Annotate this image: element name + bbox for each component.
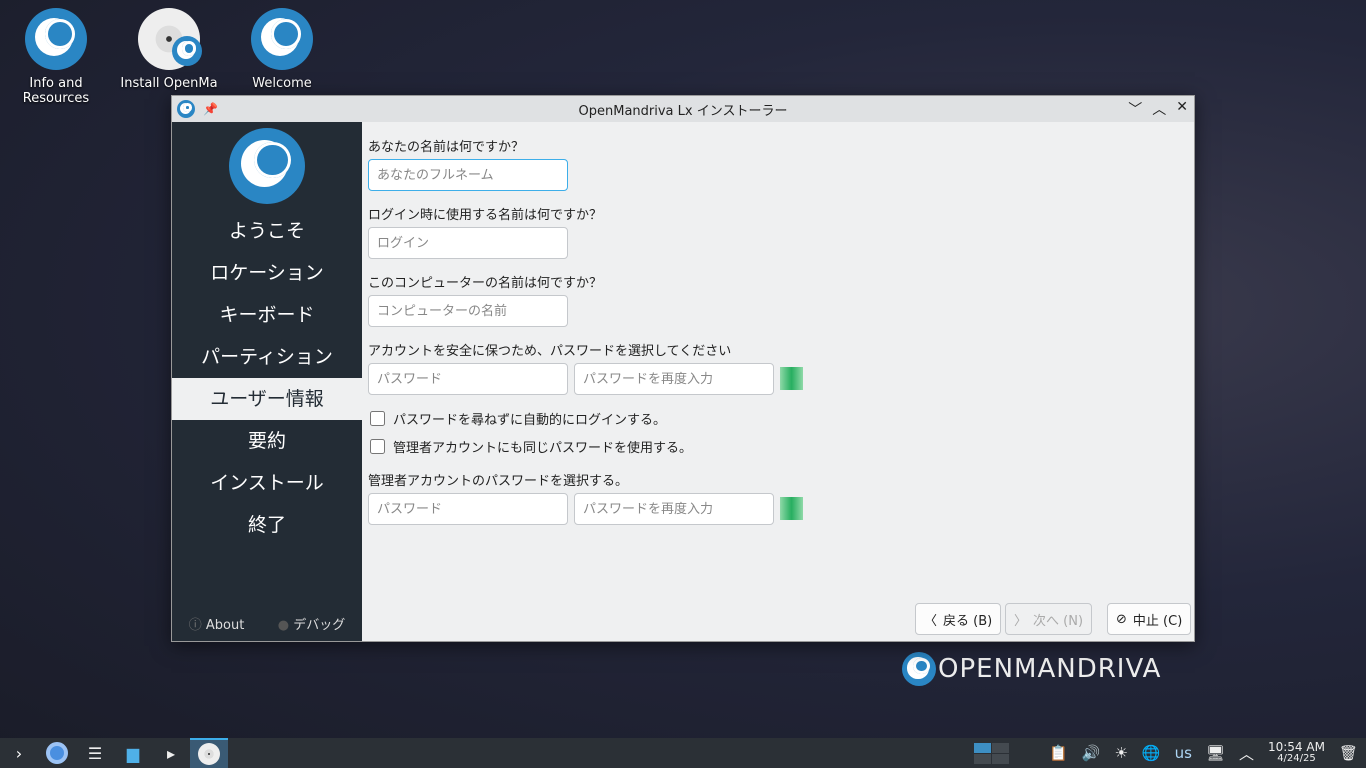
cancel-icon: ⊘ (1116, 611, 1127, 627)
step-welcome: ようこそ (228, 220, 305, 242)
desktop-icon-install[interactable]: Install OpenMa (119, 0, 219, 91)
login-input[interactable] (368, 227, 568, 259)
title-bar[interactable]: 📌 OpenMandriva Lx インストーラー ﹀ ︿ ✕ (172, 96, 1194, 122)
info-icon: ⓘ (188, 618, 202, 633)
display-icon[interactable]: 🖥 (1206, 744, 1225, 762)
step-finish: 終了 (247, 514, 286, 536)
step-summary: 要約 (247, 430, 286, 452)
back-button[interactable]: 〈戻る (B) (915, 603, 1002, 635)
icon-label: Welcome (252, 76, 312, 91)
settings-icon[interactable]: ☰ (76, 738, 114, 768)
maximize-button[interactable]: ︿ (1152, 99, 1166, 119)
file-manager-icon[interactable]: ▆ (114, 738, 152, 768)
debug-button[interactable]: ● デバッグ (278, 614, 346, 633)
openmandriva-icon (25, 8, 87, 70)
trash-icon[interactable]: 🗑 (1339, 744, 1358, 762)
desktop-icon-info[interactable]: Info and Resources (6, 0, 106, 106)
cancel-button[interactable]: ⊘ 中止 (C) (1107, 603, 1192, 635)
debug-label: デバッグ (293, 618, 346, 633)
openmandriva-logo-icon (229, 128, 305, 204)
installer-icon (138, 8, 202, 70)
same-admin-password-checkbox[interactable]: 管理者アカウントにも同じパスワードを使用する。 (368, 437, 692, 456)
icon-label: Install OpenMa (120, 76, 218, 91)
autologin-label: パスワードを尋ねずに自動的にログインする。 (393, 413, 667, 428)
terminal-icon[interactable]: ▸ (152, 738, 190, 768)
user-form: あなたの名前は何ですか？ ログイン時に使用する名前は何ですか？ このコンピュータ… (368, 122, 1194, 641)
icon-label: Info and Resources (22, 76, 90, 106)
network-globe-icon[interactable]: 🌐 (1142, 744, 1161, 762)
back-label: 戻る (B) (943, 613, 993, 629)
openmandriva-icon (251, 8, 313, 70)
debug-dot-icon: ● (277, 618, 290, 633)
openmandriva-logo: OPENMANDRIVA (902, 652, 1161, 686)
app-launcher-icon[interactable]: › (0, 738, 38, 768)
login-label: ログイン時に使用する名前は何ですか？ (368, 208, 603, 223)
openmandriva-badge-icon (172, 36, 202, 66)
admin-password-confirm-input[interactable] (574, 493, 774, 525)
logo-icon (902, 652, 936, 686)
hostname-label: このコンピューターの名前は何ですか？ (368, 276, 603, 291)
keyboard-layout[interactable]: us (1175, 744, 1192, 762)
next-label: 次へ (N) (1033, 613, 1084, 629)
volume-icon[interactable]: 🔊 (1082, 744, 1101, 762)
window-title: OpenMandriva Lx インストーラー (578, 103, 788, 119)
autologin-check[interactable] (370, 411, 385, 426)
virtual-desktop-pager[interactable] (974, 742, 1010, 764)
close-button[interactable]: ✕ (1176, 99, 1188, 119)
hostname-input[interactable] (368, 295, 568, 327)
brightness-icon[interactable]: ☀ (1114, 744, 1127, 762)
full-name-input[interactable] (368, 159, 568, 191)
step-partition: パーティション (201, 346, 333, 368)
autologin-checkbox[interactable]: パスワードを尋ねずに自動的にログインする。 (368, 409, 666, 428)
taskbar: › ☰ ▆ ▸ 📋 🔊 ☀ 🌐 us 🖥 ︿ 10:54 AM 4/24/25 🗑 (0, 738, 1366, 768)
clipboard-icon[interactable]: 📋 (1049, 744, 1068, 762)
time: 10:54 AM (1267, 740, 1325, 754)
step-location: ロケーション (210, 262, 324, 284)
brand-text: OPENMANDRIVA (938, 654, 1162, 684)
about-label: About (205, 618, 245, 633)
admin-password-input[interactable] (368, 493, 568, 525)
chevron-right-icon: 〉 (1014, 613, 1028, 629)
installer-window: 📌 OpenMandriva Lx インストーラー ﹀ ︿ ✕ ようこそ ロケーショ… (171, 95, 1195, 642)
about-button[interactable]: ⓘ About (189, 614, 245, 633)
password-input[interactable] (368, 363, 568, 395)
same-admin-label: 管理者アカウントにも同じパスワードを使用する。 (393, 441, 693, 456)
next-button[interactable]: 〉次へ (N) (1005, 603, 1093, 635)
name-label: あなたの名前は何ですか？ (368, 140, 525, 155)
password-strength-indicator (780, 367, 803, 390)
admin-password-strength-indicator (780, 497, 803, 520)
sidebar: ようこそ ロケーション キーボード パーティション ユーザー情報 要約 インスト… (172, 122, 362, 641)
desktop-icon-welcome[interactable]: Welcome (232, 0, 332, 91)
show-hidden-icons-button[interactable]: ︿ (1239, 743, 1254, 764)
installer-icon (198, 743, 220, 765)
clock[interactable]: 10:54 AM 4/24/25 (1268, 741, 1325, 765)
step-keyboard: キーボード (219, 304, 315, 326)
minimize-button[interactable]: ﹀ (1128, 99, 1142, 119)
password-confirm-input[interactable] (574, 363, 774, 395)
admin-password-label: 管理者アカウントのパスワードを選択する。 (368, 474, 629, 489)
step-install: インストール (210, 472, 324, 494)
step-users: ユーザー情報 (172, 378, 362, 420)
same-admin-check[interactable] (370, 439, 385, 454)
date: 4/24/25 (1277, 753, 1316, 764)
chevron-left-icon: 〈 (924, 613, 938, 629)
password-label: アカウントを安全に保つため、パスワードを選択してください (368, 344, 732, 359)
cancel-label: 中止 (C) (1132, 613, 1183, 629)
browser-icon[interactable] (38, 738, 76, 768)
installer-task-icon[interactable] (190, 738, 228, 768)
